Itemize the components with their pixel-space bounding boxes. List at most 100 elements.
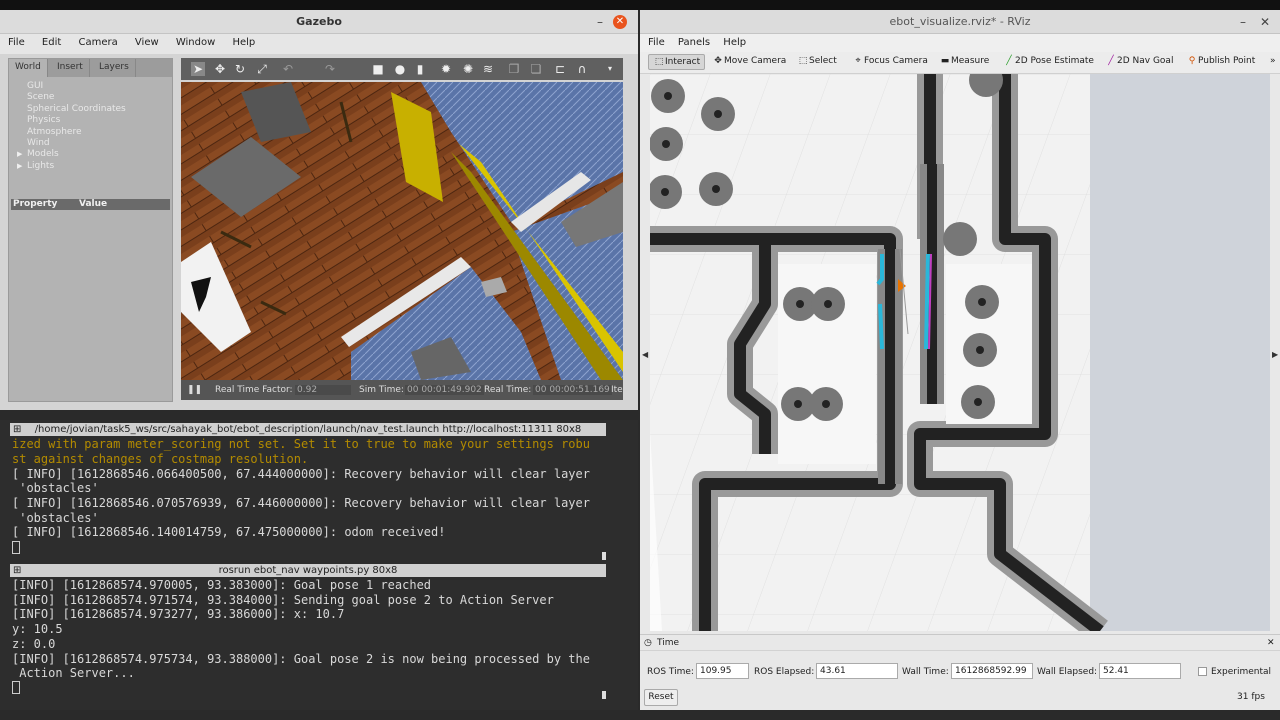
tree-item[interactable]: Atmosphere: [27, 127, 172, 138]
interact-icon: ⬚: [654, 57, 664, 67]
toolbar-more-icon[interactable]: »: [1270, 56, 1276, 66]
rviz-menubar: File Panels Help: [640, 34, 1280, 52]
minimize-icon[interactable]: –: [1236, 15, 1250, 29]
menu-window[interactable]: Window: [162, 34, 215, 48]
tab-insert[interactable]: Insert: [51, 59, 90, 77]
close-icon[interactable]: ✕: [613, 15, 627, 29]
close-panel-icon[interactable]: ✕: [1267, 638, 1275, 648]
more-tools-icon[interactable]: ▾: [603, 62, 617, 76]
ros-elapsed-label: ROS Elapsed:: [754, 667, 815, 677]
top-bar: [0, 0, 1280, 10]
gazebo-3d-viewport[interactable]: [181, 82, 623, 380]
gazebo-left-panel: World Insert Layers GUI Scene Spherical …: [8, 58, 173, 402]
rviz-3d-view[interactable]: [650, 74, 1270, 631]
real-time-value: 00 00:00:51.169: [533, 385, 612, 395]
menu-panels[interactable]: Panels: [668, 34, 710, 48]
right-panel-toggle-icon[interactable]: ▶: [1272, 350, 1278, 359]
sim-time-value: 00 00:01:49.902: [405, 385, 484, 395]
experimental-checkbox[interactable]: [1198, 667, 1207, 676]
tree-item[interactable]: Scene: [27, 92, 172, 103]
world-tree: GUI Scene Spherical Coordinates Physics …: [9, 77, 172, 172]
rtf-label: Real Time Factor:: [215, 385, 293, 395]
gazebo-toolbar: ➤ ✥ ↻ ⤢ ↶ ↷ ■ ● ▮ ✹ ✺ ≋ ❐ ❏ ⊏ ∩ ▾: [181, 58, 623, 80]
wall-elapsed-field[interactable]: 52.41: [1099, 663, 1181, 679]
cylinder-shape-icon[interactable]: ▮: [413, 62, 427, 76]
menu-edit[interactable]: Edit: [28, 34, 61, 48]
split-icon[interactable]: ⊞: [13, 564, 21, 577]
real-time-label: Real Time:: [484, 385, 532, 395]
sphere-shape-icon[interactable]: ●: [393, 62, 407, 76]
focus-camera-button[interactable]: ⌖ Focus Camera: [852, 56, 928, 66]
copy-icon[interactable]: ❐: [507, 62, 521, 76]
tab-layers[interactable]: Layers: [93, 59, 136, 77]
tab-world[interactable]: World: [9, 59, 48, 77]
publish-point-button[interactable]: ⚲ Publish Point: [1186, 56, 1256, 66]
terminal2-cursor: [12, 681, 20, 694]
menu-file[interactable]: File: [0, 34, 25, 48]
measure-icon: ▬: [940, 56, 950, 66]
menu-view[interactable]: View: [121, 34, 159, 48]
rtf-value: 0.92: [295, 385, 351, 395]
translate-icon[interactable]: ✥: [213, 62, 227, 76]
tree-item[interactable]: Physics: [27, 115, 172, 126]
tree-item-lights[interactable]: ▶ Lights: [17, 161, 172, 172]
ros-time-field[interactable]: 109.95: [696, 663, 749, 679]
split-icon[interactable]: ⊞: [13, 423, 21, 436]
move-camera-button[interactable]: ✥ Move Camera: [712, 56, 786, 66]
scene-render: [181, 82, 623, 380]
nav-goal-button[interactable]: ╱ 2D Nav Goal: [1105, 56, 1173, 66]
focus-camera-label: Focus Camera: [864, 56, 928, 66]
menu-camera[interactable]: Camera: [64, 34, 117, 48]
clock-icon: ◷: [644, 638, 652, 648]
snap-icon[interactable]: ∩: [575, 62, 589, 76]
close-icon[interactable]: ✕: [1258, 15, 1272, 29]
publish-point-label: Publish Point: [1198, 56, 1256, 66]
terminal-window[interactable]: ⊞ /home/jovian/task5_ws/src/sahayak_bot/…: [0, 420, 638, 710]
expand-arrow-icon[interactable]: ▶: [17, 149, 27, 160]
terminal1-scrollbar[interactable]: [602, 552, 606, 560]
rviz-titlebar[interactable]: ebot_visualize.rviz* - RViz – ✕: [640, 10, 1280, 34]
menu-help[interactable]: Help: [218, 34, 255, 48]
gazebo-window: Gazebo – ✕ File Edit Camera View Window …: [0, 10, 638, 410]
directional-light-icon[interactable]: ≋: [481, 62, 495, 76]
tree-item[interactable]: Wind: [27, 138, 172, 149]
measure-button[interactable]: ▬ Measure: [939, 56, 990, 66]
ros-time-label: ROS Time:: [647, 667, 694, 677]
gazebo-titlebar[interactable]: Gazebo – ✕: [0, 10, 638, 34]
tree-item-models[interactable]: ▶ Models: [17, 149, 172, 160]
menu-help[interactable]: Help: [713, 34, 746, 48]
spot-light-icon[interactable]: ✺: [461, 62, 475, 76]
menu-file[interactable]: File: [640, 34, 665, 48]
box-shape-icon[interactable]: ■: [371, 62, 385, 76]
wall-time-field[interactable]: 1612868592.99: [951, 663, 1033, 679]
left-panel-toggle-icon[interactable]: ◀: [642, 350, 648, 359]
costmap-render: [650, 74, 1270, 631]
point-light-icon[interactable]: ✹: [439, 62, 453, 76]
terminal2-scrollbar[interactable]: [602, 691, 606, 699]
paste-icon[interactable]: ❏: [529, 62, 543, 76]
tree-item-label: Models: [27, 149, 59, 160]
expand-arrow-icon[interactable]: ▶: [17, 161, 27, 172]
ros-elapsed-field[interactable]: 43.61: [816, 663, 898, 679]
pause-icon[interactable]: ❚❚: [187, 385, 202, 395]
select-button[interactable]: ⬚ Select: [797, 56, 837, 66]
nav-goal-icon: ╱: [1108, 56, 1114, 66]
reset-button[interactable]: Reset: [644, 689, 678, 706]
map-pin-icon: ⚲: [1188, 56, 1196, 66]
redo-icon[interactable]: ↷: [323, 62, 337, 76]
tree-item[interactable]: GUI: [27, 81, 172, 92]
scale-icon[interactable]: ⤢: [255, 62, 269, 76]
terminal1-title: ⊞ /home/jovian/task5_ws/src/sahayak_bot/…: [10, 423, 606, 436]
terminal2-line: [INFO] [1612868574.970005, 93.383000]: G…: [12, 578, 432, 592]
minimize-icon[interactable]: –: [593, 15, 607, 29]
tree-item[interactable]: Spherical Coordinates: [27, 104, 172, 115]
property-header: Property Value: [11, 199, 170, 210]
pose-estimate-button[interactable]: ╱ 2D Pose Estimate: [1003, 56, 1094, 66]
align-icon[interactable]: ⊏: [553, 62, 567, 76]
select-arrow-icon[interactable]: ➤: [191, 62, 205, 76]
measure-label: Measure: [951, 56, 990, 66]
iterations-label: Ite: [611, 385, 623, 395]
undo-icon[interactable]: ↶: [281, 62, 295, 76]
rotate-icon[interactable]: ↻: [233, 62, 247, 76]
interact-button[interactable]: ⬚ Interact: [648, 54, 706, 70]
